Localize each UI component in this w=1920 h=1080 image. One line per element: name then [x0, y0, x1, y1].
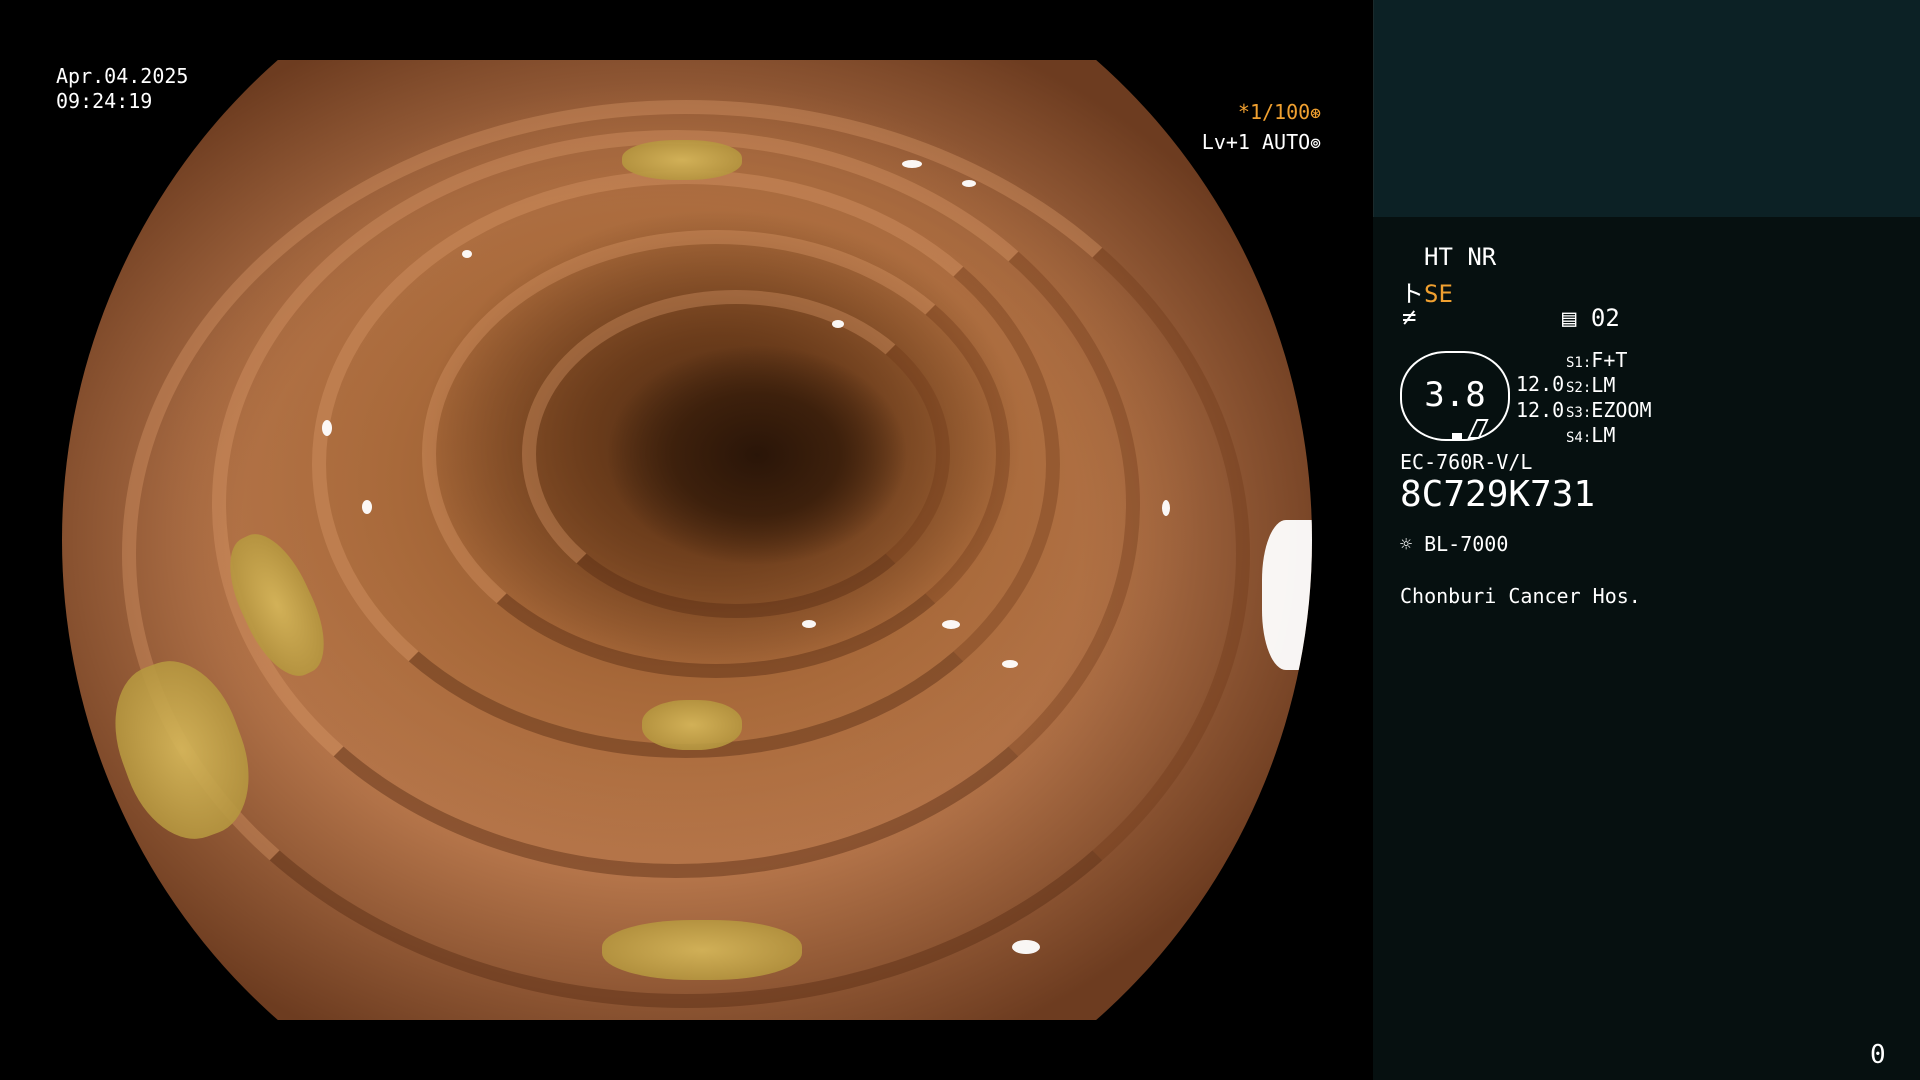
- light-reflection: [462, 250, 472, 258]
- setting-value: LM: [1591, 373, 1616, 397]
- light-reflection: [902, 160, 922, 168]
- setting-s4: S4:LM: [1566, 423, 1615, 447]
- info-panel: [1373, 217, 1920, 1080]
- light-reflection: [802, 620, 816, 628]
- memory-icon: ▤: [1562, 304, 1577, 332]
- scope-tip-icon: [1467, 419, 1489, 439]
- setting-key: S1:: [1566, 355, 1592, 371]
- exposure-indicator: *1/100⊛ Lv+1 AUTO⊚: [1202, 98, 1321, 158]
- hospital-name: Chonburi Cancer Hos.: [1400, 584, 1641, 608]
- aperture-icon: ⊛: [1310, 103, 1321, 124]
- light-source: ☼ BL-7000: [1400, 532, 1508, 556]
- se-label: SE: [1424, 280, 1453, 308]
- info-panel-header: [1373, 0, 1920, 217]
- mode-number: 02: [1590, 304, 1620, 332]
- level-text: Lv+1 AUTO: [1201, 130, 1311, 154]
- ht-nr-label: HT NR: [1424, 243, 1497, 271]
- setting-value: F+T: [1591, 348, 1628, 372]
- iris-icon: ⊚: [1310, 133, 1321, 154]
- light-source-model: BL-7000: [1424, 532, 1509, 556]
- memory-mode: ▤ 02: [1562, 304, 1620, 332]
- colon-lumen-image: [62, 60, 1312, 1020]
- date-text: Apr.04.2025: [56, 64, 189, 88]
- light-reflection: [362, 500, 372, 514]
- light-reflection: [1162, 500, 1170, 516]
- light-reflection: [1002, 660, 1018, 668]
- shutter-speed: *1/100⊛: [1202, 98, 1321, 128]
- scope-serial: 8C729K731: [1400, 474, 1596, 515]
- image-counter: 0: [1870, 1040, 1886, 1070]
- light-reflection: [942, 620, 960, 629]
- setting-s1: S1:F+T: [1566, 348, 1627, 372]
- endoscope-view: Apr.04.2025 09:24:19 *1/100⊛ Lv+1 AUTO⊚: [0, 0, 1373, 1080]
- shutter-speed-text: *1/100: [1237, 100, 1311, 124]
- sun-icon: ☼: [1400, 532, 1413, 556]
- color-enhancement-icon: ≠: [1402, 303, 1417, 331]
- light-reflection: [832, 320, 844, 328]
- date-time-display: Apr.04.2025 09:24:19: [56, 64, 188, 114]
- setting-value: EZOOM: [1591, 398, 1652, 422]
- light-reflection: [1012, 940, 1040, 954]
- brightness-level: Lv+1 AUTO⊚: [1202, 128, 1321, 158]
- setting-s3: S3:EZOOM: [1566, 398, 1652, 422]
- magnification-value: 12.0: [1516, 398, 1565, 422]
- scope-model: EC-760R-V/L: [1400, 450, 1533, 474]
- residue-patch: [642, 700, 742, 750]
- magnification-value: 12.0: [1516, 372, 1565, 396]
- light-reflection: [1262, 520, 1312, 670]
- zoom-value: 3.8: [1424, 375, 1486, 415]
- zoom-indicator: 3.8: [1400, 351, 1510, 441]
- light-reflection: [962, 180, 976, 187]
- residue-patch: [602, 920, 802, 980]
- setting-key: S2:: [1566, 380, 1592, 396]
- residue-patch: [622, 140, 742, 180]
- light-reflection: [322, 420, 332, 436]
- setting-value: LM: [1591, 423, 1616, 447]
- setting-s2: S2:LM: [1566, 373, 1615, 397]
- mucosal-fold: [522, 290, 950, 618]
- time-text: 09:24:19: [56, 89, 153, 113]
- setting-key: S4:: [1566, 430, 1592, 446]
- zoom-marker-icon: [1452, 433, 1462, 441]
- setting-key: S3:: [1566, 405, 1592, 421]
